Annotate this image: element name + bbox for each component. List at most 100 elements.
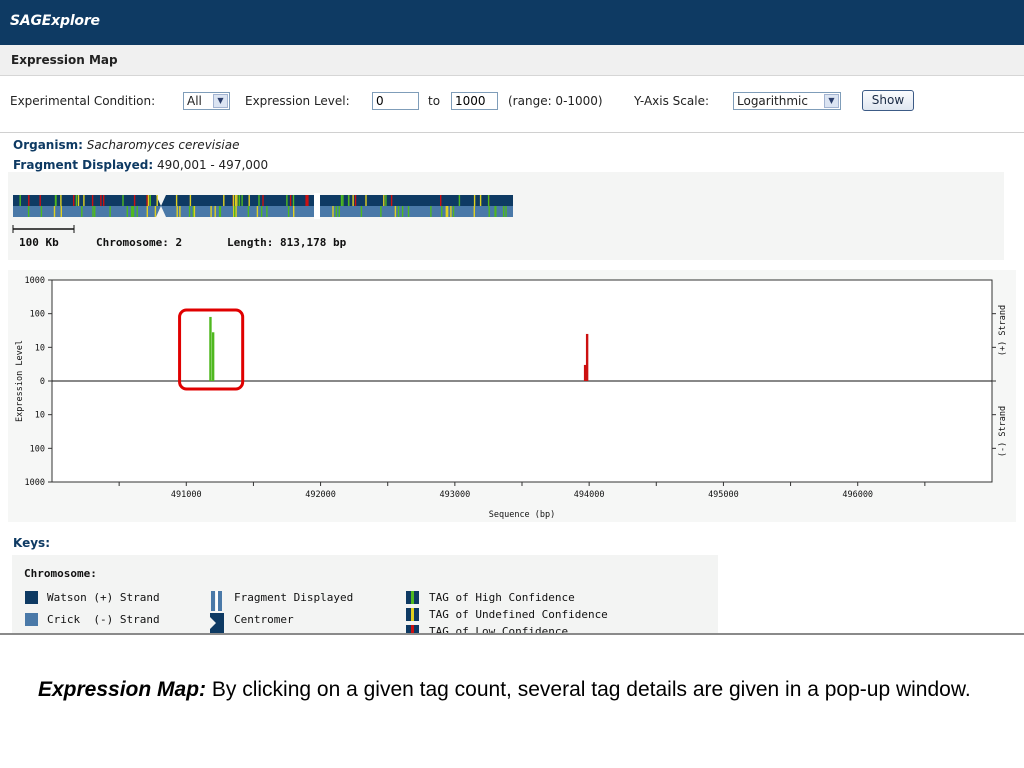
x-tick-label: 491000 — [171, 490, 202, 500]
tag-marker — [505, 206, 507, 217]
tag-marker — [262, 195, 264, 206]
tag-marker — [94, 206, 96, 217]
tag-marker — [347, 195, 350, 206]
tag-marker — [452, 206, 455, 217]
tag-marker — [441, 206, 443, 217]
tag-marker — [55, 195, 57, 206]
tag-marker — [236, 195, 238, 206]
organism-label: Organism: — [13, 138, 83, 152]
tag-marker — [232, 195, 235, 206]
tag-marker — [81, 206, 83, 217]
level-from-input[interactable] — [372, 92, 419, 110]
tag-marker — [175, 195, 178, 206]
y-tick-label: 1000 — [25, 478, 45, 488]
tag-marker — [238, 195, 241, 206]
tag-bar[interactable] — [209, 316, 212, 381]
fragment-icon — [211, 591, 222, 611]
filter-controls: Experimental Condition: All ▼ Expression… — [0, 76, 1024, 133]
tag-marker — [256, 206, 259, 217]
fragment-line: Fragment Displayed: 490,001 - 497,000 — [13, 158, 268, 172]
tag-low-icon — [406, 625, 419, 633]
y-tick-label: 10 — [35, 411, 45, 421]
section-header: Expression Map — [0, 45, 1024, 76]
tag-marker — [445, 206, 447, 217]
chevron-down-icon: ▼ — [824, 94, 839, 108]
fragment-value: 490,001 - 497,000 — [156, 158, 269, 172]
scale-select[interactable]: Logarithmic ▼ — [733, 92, 841, 110]
tag-marker — [479, 195, 482, 206]
tag-marker — [446, 206, 449, 217]
app-title[interactable]: SAGExplore — [10, 13, 100, 29]
tag-marker — [450, 206, 452, 217]
tag-marker — [233, 206, 236, 217]
tag-marker — [287, 206, 290, 217]
tag-marker — [335, 206, 337, 217]
tag-marker — [383, 195, 385, 206]
level-to-input[interactable] — [451, 92, 498, 110]
tag-marker — [100, 195, 102, 206]
tag-marker — [91, 195, 94, 206]
condition-select[interactable]: All ▼ — [183, 92, 230, 110]
fragment-marker — [314, 193, 320, 219]
tag-marker — [247, 206, 250, 217]
tag-marker — [458, 195, 461, 206]
tag-marker — [133, 195, 136, 206]
length-label: Length: 813,178 bp — [227, 236, 347, 249]
tag-marker — [60, 195, 62, 206]
scale-select-value: Logarithmic — [737, 94, 808, 108]
crick-strand-track — [13, 206, 513, 217]
y-tick-label: 1000 — [25, 276, 45, 286]
tag-marker — [248, 195, 250, 206]
tag-marker — [60, 206, 62, 217]
expression-map: 1000 100 10 0 10 100 1000 491000 492000 493000 494… — [8, 270, 1016, 522]
tag-marker — [179, 206, 181, 217]
tag-marker — [188, 206, 191, 217]
tag-marker — [354, 195, 357, 206]
tag-marker — [487, 195, 490, 206]
fragment-label: Fragment Displayed: — [13, 158, 154, 172]
keys-chromosome-label: Chromosome: — [24, 567, 97, 580]
tag-marker — [401, 206, 404, 217]
tag-marker — [502, 206, 505, 217]
centromere-key: Centromer — [234, 613, 294, 626]
tag-marker — [92, 206, 94, 217]
tag-marker — [365, 195, 367, 206]
tag-marker — [154, 206, 157, 217]
tag-marker — [488, 206, 490, 217]
tag-marker — [223, 195, 225, 206]
tag-marker — [193, 206, 196, 217]
to-label: to — [428, 94, 441, 108]
tag-marker — [258, 195, 260, 206]
tag-marker — [136, 206, 138, 217]
x-tick-label: 492000 — [305, 490, 336, 500]
tag-marker — [352, 195, 354, 206]
crick-key: Crick (-) Strand — [47, 613, 160, 626]
caption-text: By clicking on a given tag count, severa… — [206, 678, 971, 701]
tag-marker — [146, 195, 148, 206]
show-button[interactable]: Show — [862, 90, 914, 111]
scale-label: Y-Axis Scale: — [634, 94, 710, 108]
y-tick-label: 10 — [35, 343, 45, 353]
tag-bar[interactable] — [211, 332, 215, 381]
tag-marker — [241, 195, 243, 206]
slide-caption: Expression Map: By clicking on a given t… — [38, 675, 1008, 705]
tag-marker — [380, 206, 382, 217]
tag-marker — [53, 206, 56, 217]
tag-marker — [407, 206, 410, 217]
tag-marker — [473, 195, 476, 206]
y-tick-label: 100 — [30, 310, 45, 320]
tag-marker — [39, 195, 41, 206]
tag-marker — [19, 195, 21, 206]
condition-label: Experimental Condition: — [10, 94, 156, 108]
tag-marker — [219, 206, 222, 217]
tag-bar[interactable] — [585, 333, 589, 381]
crick-swatch — [25, 613, 38, 626]
keys-title: Keys: — [13, 536, 50, 550]
tag-marker — [390, 195, 393, 206]
tag-marker — [289, 195, 292, 206]
tag-marker — [266, 206, 268, 217]
y-tick-label: 0 — [40, 377, 45, 387]
tag-marker — [293, 206, 295, 217]
chevron-down-icon: ▼ — [213, 94, 228, 108]
x-axis-label: Sequence (bp) — [489, 510, 556, 520]
